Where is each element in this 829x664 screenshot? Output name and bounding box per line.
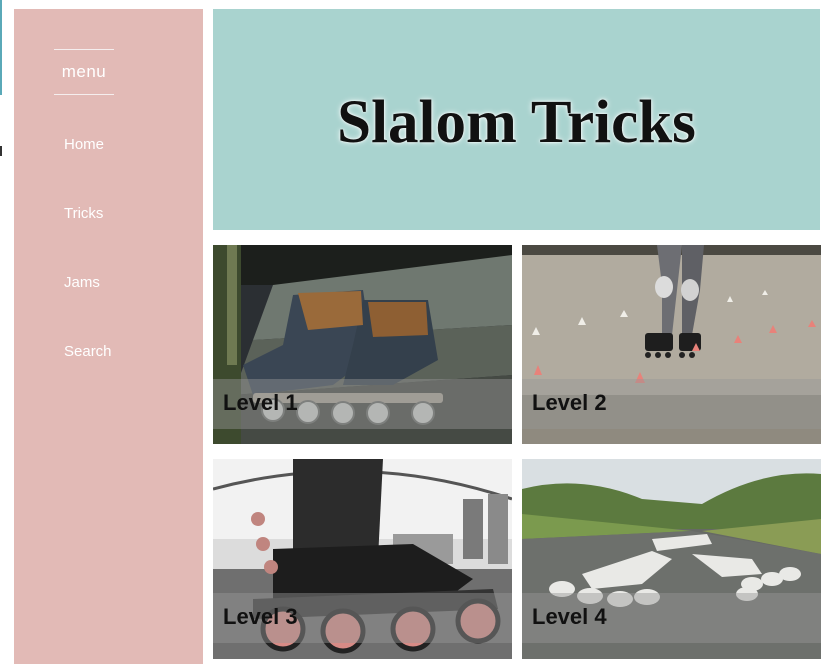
page-title: Slalom Tricks — [337, 88, 696, 156]
left-edge-mark — [0, 146, 2, 156]
sidebar-item-tricks[interactable]: Tricks — [64, 205, 103, 222]
sidebar-item-jams[interactable]: Jams — [64, 274, 100, 291]
tile-level-2[interactable]: Level 2 — [522, 245, 821, 444]
tile-level-4[interactable]: Level 4 — [522, 459, 821, 659]
tile-level-3[interactable]: Level 3 — [213, 459, 512, 659]
sidebar-item-home[interactable]: Home — [64, 136, 104, 153]
tile-label: Level 1 — [223, 390, 298, 415]
tile-label: Level 2 — [532, 390, 607, 415]
tile-level-1[interactable]: Level 1 — [213, 245, 512, 444]
tile-label: Level 4 — [532, 604, 607, 629]
menu-title[interactable]: menu — [54, 49, 114, 95]
sidebar-item-search[interactable]: Search — [64, 343, 112, 360]
page-header: Slalom Tricks — [213, 9, 820, 230]
sidebar: menu Home Tricks Jams Search — [14, 9, 203, 664]
left-edge-divider — [0, 0, 2, 95]
tile-label: Level 3 — [223, 604, 298, 629]
page: menu Home Tricks Jams Search Slalom Tric… — [0, 0, 829, 664]
